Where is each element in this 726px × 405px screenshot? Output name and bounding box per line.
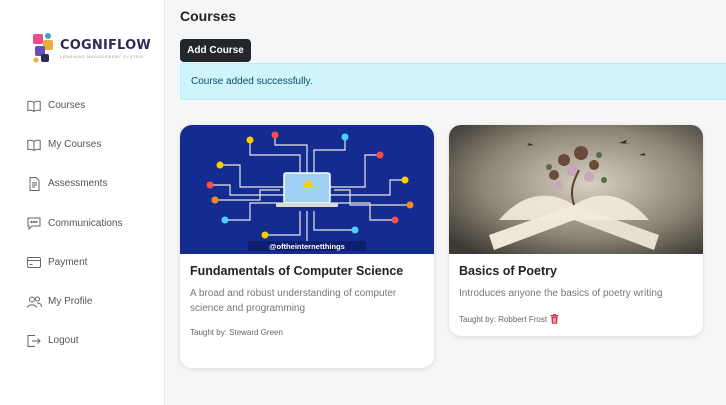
credit-card-icon: [26, 254, 42, 270]
sidebar-item-label: Assessments: [48, 178, 108, 190]
sidebar-item-label: My Courses: [48, 139, 102, 151]
course-description: Introduces anyone the basics of poetry w…: [459, 288, 663, 299]
course-thumbnail: [449, 125, 703, 254]
image-caption: @oftheinternetthings: [269, 242, 345, 251]
page-title: Courses: [180, 8, 237, 24]
book-open-icon: [26, 137, 42, 153]
add-course-button[interactable]: Add Course: [180, 39, 251, 62]
brand-name: COGNIFLOW: [60, 37, 151, 53]
sidebar: COGNIFLOW LEARNING MANAGEMENT SYSTEM Cou…: [0, 0, 165, 405]
alert-message: Course added successfully.: [191, 76, 313, 87]
logout-icon: [26, 333, 42, 349]
document-icon: [26, 176, 42, 192]
course-card[interactable]: @oftheinternetthings Fundamentals of Com…: [180, 125, 434, 368]
sidebar-item-communications[interactable]: Communications: [0, 204, 164, 243]
chat-icon: [26, 215, 42, 231]
sidebar-item-label: Courses: [48, 100, 86, 112]
brand-tagline: LEARNING MANAGEMENT SYSTEM: [60, 53, 144, 59]
sidebar-item-logout[interactable]: Logout: [0, 321, 164, 360]
course-thumbnail: @oftheinternetthings: [180, 125, 434, 254]
sidebar-item-payment[interactable]: Payment: [0, 243, 164, 282]
sidebar-item-courses[interactable]: Courses: [0, 86, 164, 125]
delete-course-icon[interactable]: [550, 314, 559, 324]
book-open-icon: [26, 98, 42, 114]
sidebar-item-label: Logout: [48, 335, 79, 347]
course-title[interactable]: Basics of Poetry: [459, 264, 693, 279]
sidebar-item-label: Communications: [48, 217, 123, 229]
sidebar-nav: Courses My Courses Assessments Communica…: [0, 86, 164, 360]
sidebar-item-my-courses[interactable]: My Courses: [0, 125, 164, 164]
sidebar-item-my-profile[interactable]: My Profile: [0, 282, 164, 321]
course-title[interactable]: Fundamentals of Computer Science: [190, 264, 424, 279]
course-teacher: Taught by: Robbert Frost: [459, 314, 548, 324]
course-card[interactable]: Basics of Poetry Introduces anyone the b…: [449, 125, 703, 336]
people-icon: [26, 294, 42, 310]
sidebar-item-assessments[interactable]: Assessments: [0, 164, 164, 203]
puzzle-logo-icon: [32, 30, 56, 66]
sidebar-item-label: My Profile: [48, 296, 93, 308]
main-content: Courses Add Course Course added successf…: [165, 0, 726, 405]
success-alert: Course added successfully.: [180, 63, 726, 100]
sidebar-item-label: Payment: [48, 256, 88, 268]
course-teacher: Taught by: Steward Green: [190, 328, 283, 337]
course-description: A broad and robust understanding of comp…: [190, 288, 397, 314]
brand-logo[interactable]: COGNIFLOW LEARNING MANAGEMENT SYSTEM: [32, 28, 151, 68]
